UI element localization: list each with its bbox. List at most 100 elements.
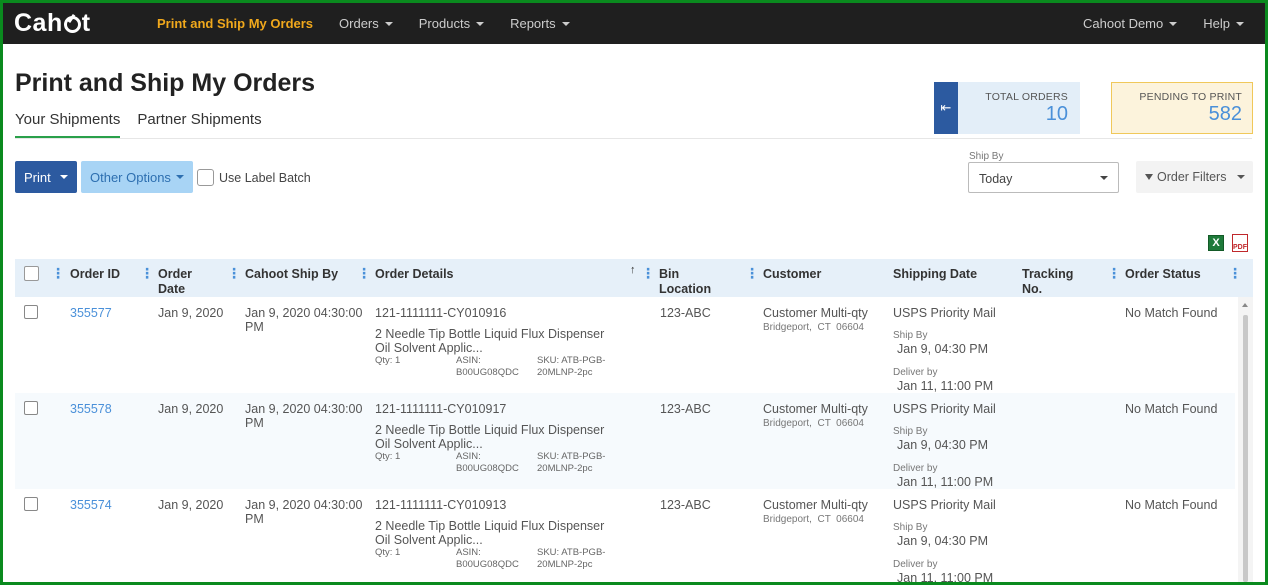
order-status: No Match Found [1125,498,1218,512]
ship-by-sublabel: Ship By [893,330,928,341]
customer-location: Bridgeport, CT 06604 [763,322,864,333]
scroll-up-icon[interactable] [1242,303,1248,307]
pending-print-value: 582 [1208,103,1242,125]
col-ship-by[interactable]: Cahoot Ship By [245,267,338,282]
tabs-divider [15,138,1252,139]
chevron-down-icon [1237,175,1245,179]
order-id-link[interactable]: 355577 [70,306,112,320]
excel-export-icon[interactable]: X [1208,235,1224,251]
column-menu-icon[interactable]: ⋮ [745,265,759,282]
qty: Qty: 1 [375,547,401,558]
order-number: 121-1111111-CY010917 [375,402,507,416]
chevron-down-icon [476,21,485,26]
nav-help[interactable]: Help [1190,3,1257,44]
pending-print-label: PENDING TO PRINT [1139,91,1242,103]
col-tracking-no[interactable]: Tracking No. [1022,267,1082,297]
product-title[interactable]: 2 Needle Tip Bottle Liquid Flux Dispense… [375,327,620,355]
nav-right: Cahoot Demo Help [1070,3,1257,44]
ship-by-select[interactable]: Today [968,162,1119,193]
other-options-button[interactable]: Other Options [81,161,193,193]
col-order-status[interactable]: Order Status [1125,267,1201,282]
order-number: 121-1111111-CY010913 [375,498,507,512]
tab-your-shipments[interactable]: Your Shipments [15,111,121,139]
order-status: No Match Found [1125,402,1218,416]
chevron-down-icon [1236,21,1244,26]
col-order-details[interactable]: Order Details [375,267,454,282]
nav-reports[interactable]: Reports [497,3,583,44]
column-menu-icon[interactable]: ⋮ [641,265,655,282]
table-row[interactable]: 355577 Jan 9, 2020 Jan 9, 2020 04:30:00 … [15,297,1235,393]
col-customer[interactable]: Customer [763,267,821,282]
print-button[interactable]: Print [15,161,77,193]
cahoot-logo[interactable]: Cah t [14,9,144,38]
product-title[interactable]: 2 Needle Tip Bottle Liquid Flux Dispense… [375,519,620,547]
tab-partner-shipments[interactable]: Partner Shipments [137,111,261,139]
deliver-by-date: Jan 11, 11:00 PM [897,379,994,393]
deliver-by-sublabel: Deliver by [893,463,938,474]
carrier: USPS Priority Mail [893,498,996,512]
order-status: No Match Found [1125,306,1218,320]
column-menu-icon[interactable]: ⋮ [1107,265,1121,282]
total-orders-value: 10 [1045,103,1068,125]
column-menu-icon[interactable]: ⋮ [1228,265,1242,282]
collapse-stats-button[interactable]: ⇤ [934,82,958,134]
select-all-checkbox[interactable] [24,266,39,281]
order-id-link[interactable]: 355574 [70,498,112,512]
shipment-tabs: Your Shipments Partner Shipments [15,111,279,139]
product-title[interactable]: 2 Needle Tip Bottle Liquid Flux Dispense… [375,423,620,451]
deliver-by-date: Jan 11, 11:00 PM [897,571,994,582]
order-date: Jan 9, 2020 [158,402,224,416]
column-menu-icon[interactable]: ⋮ [357,265,371,282]
col-order-id[interactable]: Order ID [70,267,120,282]
table-row[interactable]: 355574 Jan 9, 2020 Jan 9, 2020 04:30:00 … [15,489,1235,582]
ship-by-short: Jan 9, 04:30 PM [897,342,989,356]
nav-orders[interactable]: Orders [326,3,406,44]
ship-by-sublabel: Ship By [893,426,928,437]
filter-icon [1145,174,1153,180]
page-title: Print and Ship My Orders [15,69,316,97]
deliver-by-sublabel: Deliver by [893,559,938,570]
use-label-batch-checkbox[interactable] [197,169,214,186]
customer-name: Customer Multi-qty [763,306,868,320]
asin: ASIN: B00UG08QDC [456,547,519,570]
orders-table-body: 355577 Jan 9, 2020 Jan 9, 2020 04:30:00 … [15,297,1253,582]
column-menu-icon[interactable]: ⋮ [140,265,154,282]
ship-by-sublabel: Ship By [893,522,928,533]
nav-account[interactable]: Cahoot Demo [1070,3,1190,44]
column-menu-icon[interactable]: ⋮ [51,265,65,282]
ship-by-short: Jan 9, 04:30 PM [897,534,989,548]
nav-print-ship[interactable]: Print and Ship My Orders [144,3,326,44]
sku: SKU: ATB-PGB-20MLNP-2pc [537,451,606,474]
pending-print-card[interactable]: PENDING TO PRINT 582 [1111,82,1253,134]
deliver-by-date: Jan 11, 11:00 PM [897,475,994,489]
chevron-down-icon [384,21,393,26]
qty: Qty: 1 [375,355,401,366]
asin: ASIN: B00UG08QDC [456,355,519,378]
column-menu-icon[interactable]: ⋮ [227,265,241,282]
arrow-left-bar-icon: ⇤ [940,100,952,115]
customer-name: Customer Multi-qty [763,402,868,416]
deliver-by-sublabel: Deliver by [893,367,938,378]
nav-products[interactable]: Products [406,3,497,44]
col-order-date[interactable]: Order Date [158,267,208,297]
sort-ascending-icon[interactable]: ↑ [630,264,636,276]
row-checkbox[interactable] [24,401,38,415]
sku: SKU: ATB-PGB-20MLNP-2pc [537,355,606,378]
customer-name: Customer Multi-qty [763,498,868,512]
row-checkbox[interactable] [24,305,38,319]
chevron-down-icon [176,175,184,179]
pdf-export-icon[interactable]: PDF [1232,234,1248,252]
col-shipping-date[interactable]: Shipping Date [893,267,977,282]
row-checkbox[interactable] [24,497,38,511]
carrier: USPS Priority Mail [893,306,996,320]
table-scrollbar[interactable] [1238,297,1253,582]
scrollbar-thumb[interactable] [1243,315,1248,582]
ship-by-date: Jan 9, 2020 04:30:00 PM [245,498,363,526]
order-id-link[interactable]: 355578 [70,402,112,416]
top-navbar: Cah t Print and Ship My Orders Orders Pro… [3,3,1265,44]
table-row[interactable]: 355578 Jan 9, 2020 Jan 9, 2020 04:30:00 … [15,393,1235,489]
order-filters-button[interactable]: Order Filters [1136,161,1253,193]
bin-location: 123-ABC [660,498,711,512]
col-bin-location[interactable]: Bin Location [659,267,719,297]
qty: Qty: 1 [375,451,401,462]
